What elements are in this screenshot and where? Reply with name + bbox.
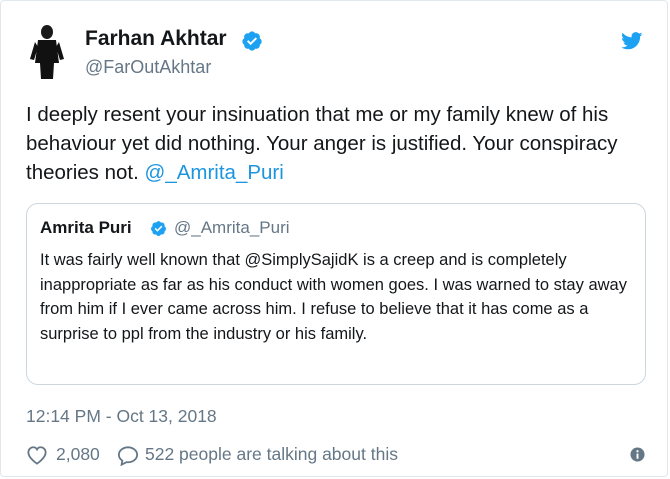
verified-badge-icon: [242, 31, 262, 51]
like-count[interactable]: 2,080: [56, 444, 100, 465]
speech-bubble-icon[interactable]: [117, 445, 139, 466]
quoted-author-handle[interactable]: @_Amrita_Puri: [174, 218, 290, 238]
tweet-card: Farhan Akhtar @FarOutAkhtar I deeply res…: [0, 0, 668, 477]
tweet-mention-link[interactable]: @_Amrita_Puri: [145, 161, 284, 184]
verified-badge-icon: [151, 221, 166, 236]
tweet-timestamp[interactable]: 12:14 PM - Oct 13, 2018: [26, 406, 217, 427]
quoted-author-name[interactable]: Amrita Puri: [40, 218, 132, 238]
author-avatar[interactable]: [26, 23, 68, 79]
info-icon[interactable]: [630, 447, 645, 462]
quoted-tweet-text: It was fairly well known that @SimplySaj…: [40, 251, 627, 343]
twitter-bird-icon[interactable]: [621, 32, 643, 50]
heart-icon[interactable]: [26, 445, 48, 465]
quoted-tweet[interactable]: Amrita Puri @_Amrita_Puri It was fairly …: [26, 203, 646, 385]
conversation-link[interactable]: 522 people are talking about this: [145, 444, 398, 465]
tweet-body: I deeply resent your insinuation that me…: [26, 103, 618, 184]
author-handle[interactable]: @FarOutAkhtar: [85, 57, 211, 78]
author-name[interactable]: Farhan Akhtar: [85, 27, 227, 51]
tweet-text: I deeply resent your insinuation that me…: [26, 100, 646, 187]
engagement-bar: 2,080 522 people are talking about this: [26, 442, 646, 468]
